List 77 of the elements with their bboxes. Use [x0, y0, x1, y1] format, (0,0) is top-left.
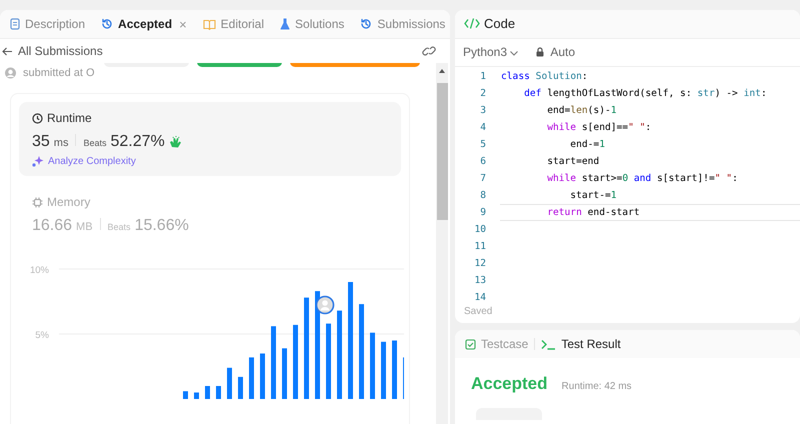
link-icon[interactable] — [422, 45, 436, 57]
stat-value: 35 — [32, 133, 50, 151]
stat-unit: ms — [54, 137, 68, 149]
sparkle-icon — [32, 156, 44, 167]
user-avatar-marker-icon — [316, 296, 334, 314]
tab[interactable]: Description — [4, 13, 92, 35]
stat-unit: MB — [76, 221, 93, 233]
line-number: 9 — [479, 207, 486, 218]
all-submissions-link[interactable]: All Submissions — [18, 44, 103, 58]
stat-card[interactable]: Memory 16.66 MB Beats 15.66% — [19, 186, 401, 244]
code-line: return end-start — [546, 207, 640, 218]
line-number: 1 — [479, 71, 486, 82]
code-line: def lengthOfLastWord(self, s: str) -> int: — [523, 88, 767, 99]
beats-label: Beats — [108, 222, 131, 232]
back-arrow-icon[interactable] — [2, 46, 12, 56]
code-line: start-=1 — [569, 190, 617, 201]
terminal-icon — [541, 338, 556, 350]
chevron-down-icon — [510, 51, 518, 56]
beats-percent: 52.27% — [110, 133, 165, 151]
pill-button[interactable] — [290, 63, 420, 67]
stat-value: 16.66 — [32, 217, 72, 235]
pill-button[interactable] — [197, 63, 282, 67]
line-number: 13 — [473, 275, 486, 286]
tab[interactable]: Editorial — [196, 13, 270, 35]
language-dropdown[interactable]: Python3 — [463, 45, 518, 60]
line-number: 7 — [479, 173, 486, 184]
code-line: while s[end]==" ": — [546, 122, 652, 133]
submitted-text: submitted at O — [23, 67, 95, 79]
chip-icon — [32, 196, 43, 208]
scroll-up-arrow-icon[interactable] — [439, 69, 445, 73]
axis-tick-label: 10% — [30, 265, 49, 276]
book-icon — [202, 18, 216, 30]
avatar-icon — [4, 67, 17, 79]
axis-tick-label: 5% — [35, 330, 49, 341]
code-line: end=len(s)-1 — [546, 105, 617, 116]
tab[interactable]: Solutions — [274, 13, 350, 35]
beats-percent: 15.66% — [134, 217, 189, 235]
stat-title: Memory — [47, 195, 90, 209]
scrollbar-thumb[interactable] — [436, 83, 448, 220]
code-line: class Solution: — [501, 71, 588, 82]
code-brackets-icon — [464, 18, 480, 30]
line-number: 10 — [473, 224, 486, 235]
line-number: 14 — [473, 292, 486, 303]
runtime-text: Runtime: 42 ms — [562, 381, 632, 392]
beats-label: Beats — [83, 138, 106, 148]
document-icon — [10, 18, 20, 30]
line-number: 11 — [473, 241, 486, 252]
line-number: 2 — [479, 88, 486, 99]
line-number: 3 — [479, 105, 486, 116]
flask-icon — [280, 18, 290, 30]
panel-title: Code — [484, 16, 516, 32]
saved-status: Saved — [463, 306, 494, 319]
close-icon[interactable]: × — [179, 16, 187, 32]
tab[interactable]: Test Result — [537, 337, 625, 351]
line-number: 5 — [479, 139, 486, 150]
verdict-text: Accepted — [471, 374, 548, 394]
tab[interactable]: Submissions — [354, 13, 450, 35]
code-line: start=end — [546, 156, 600, 167]
tab[interactable]: Accepted × — [95, 12, 193, 36]
lock-icon — [536, 47, 544, 58]
mode-label[interactable]: Auto — [550, 45, 576, 60]
line-number: 8 — [479, 190, 486, 201]
stat-card[interactable]: Runtime 35 ms Beats 52.27% Analyze Complexity — [19, 102, 401, 176]
code-line: end-=1 — [569, 139, 605, 150]
line-number: 12 — [473, 258, 486, 269]
stat-title: Runtime — [47, 111, 92, 125]
line-number: 6 — [479, 156, 486, 167]
checkbox-icon — [465, 338, 476, 350]
clapping-hands-icon — [168, 136, 182, 148]
history-icon — [360, 18, 372, 30]
analyze-complexity-link[interactable]: Analyze Complexity — [32, 156, 388, 167]
history-icon — [101, 18, 114, 30]
clock-icon — [32, 112, 43, 124]
line-number: 4 — [479, 122, 486, 133]
scrollbar[interactable] — [436, 63, 448, 424]
code-line: while start>=0 and s[start]!=" ": — [546, 173, 738, 184]
tab[interactable]: Testcase — [461, 337, 532, 351]
